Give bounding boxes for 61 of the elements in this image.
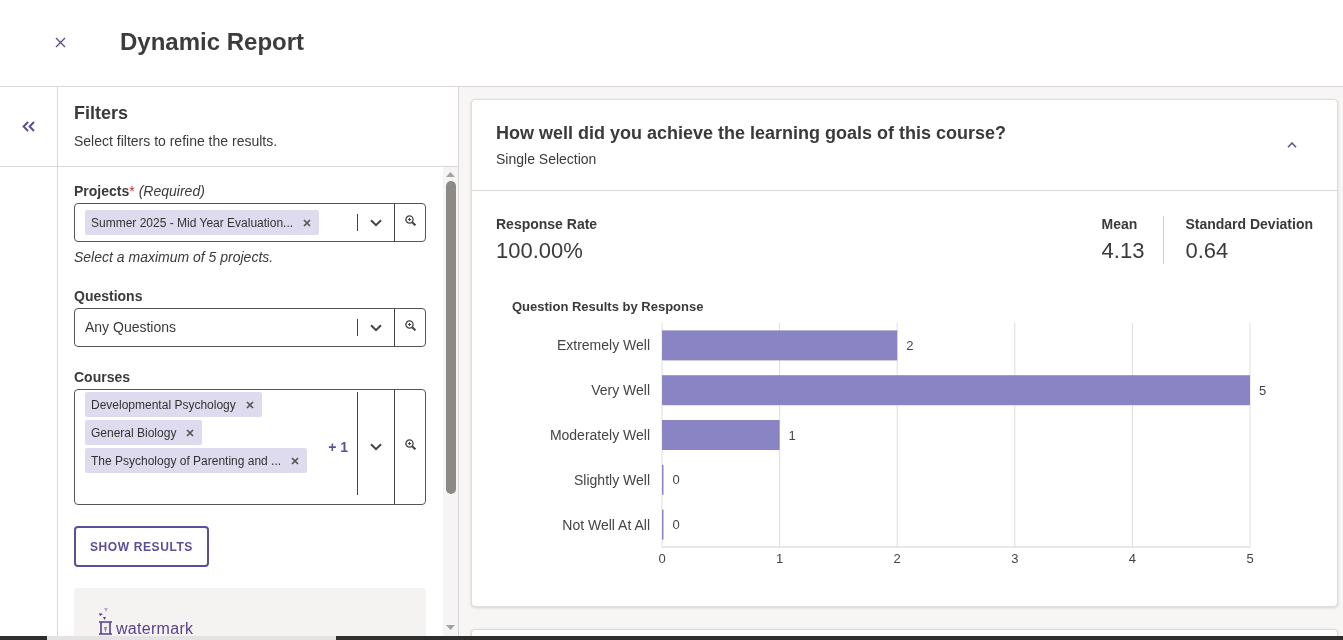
chip-label: The Psychology of Parenting and ... xyxy=(91,453,282,468)
chip-label: General Biology xyxy=(91,425,177,440)
field-label: Questions xyxy=(74,288,143,304)
category-label: Moderately Well xyxy=(549,427,650,443)
chip-label: Developmental Psychology xyxy=(91,397,236,412)
field-hint: Select a maximum of 5 projects. xyxy=(74,249,275,266)
double-chevron-left-icon xyxy=(22,121,35,132)
search-icon xyxy=(404,320,416,331)
logo-icon xyxy=(98,608,113,635)
select-value: Any Questions xyxy=(85,319,177,336)
value-label: 0 xyxy=(672,517,680,533)
value-label: 5 xyxy=(1259,382,1267,398)
select-field[interactable]: Developmental Psychology General Biology The Psychology of Parenting and ... + 1 xyxy=(74,389,426,505)
chevron-down-icon xyxy=(370,218,382,227)
select-field[interactable]: Summer 2025 - Mid Year Evaluation... xyxy=(74,203,426,242)
select-field[interactable]: Any Questions xyxy=(74,308,426,347)
stat-label: Response Rate xyxy=(496,216,599,232)
more-count: + 1 xyxy=(328,439,348,455)
field-label: Projects xyxy=(74,183,130,199)
close-button[interactable] xyxy=(55,36,66,48)
chevron-down-icon xyxy=(370,443,382,451)
remove-icon[interactable] xyxy=(186,428,195,437)
stat-value: 0.64 xyxy=(1185,238,1230,264)
stat-value: 4.13 xyxy=(1101,238,1145,264)
value-label: 0 xyxy=(672,472,680,488)
close-icon xyxy=(55,36,66,48)
show-results-button[interactable]: SHOW RESULTS xyxy=(74,526,209,567)
remove-icon[interactable] xyxy=(303,218,312,227)
chevron-down-icon xyxy=(370,323,382,332)
chart-title: Question Results by Response xyxy=(512,299,705,315)
question-type: Single Selection xyxy=(496,151,598,168)
collapse-panel-button[interactable] xyxy=(22,121,35,132)
question-title: How well did you achieve the learning goals of this course? xyxy=(496,122,1008,144)
tick-label: 2 xyxy=(893,550,901,566)
remove-icon[interactable] xyxy=(291,456,300,465)
stat-value: 100.00% xyxy=(496,238,584,264)
remove-icon[interactable] xyxy=(245,400,254,409)
chip-label: Summer 2025 - Mid Year Evaluation... xyxy=(91,215,294,230)
logo-text: watermark xyxy=(116,620,194,636)
tick-label: 4 xyxy=(1128,550,1136,566)
search-icon xyxy=(404,215,416,226)
category-label: Very Well xyxy=(591,382,650,399)
filters-title: Filters xyxy=(74,102,130,124)
category-label: Slightly Well xyxy=(574,471,650,488)
required-note: (Required) xyxy=(138,183,205,199)
stat-label: Standard Deviation xyxy=(1185,216,1313,232)
required-asterisk: * xyxy=(129,183,135,199)
category-label: Not Well At All xyxy=(562,516,650,533)
search-icon xyxy=(404,438,416,450)
scrollbar-thumb[interactable] xyxy=(445,181,456,494)
field-label: Courses xyxy=(74,369,131,385)
tick-label: 1 xyxy=(776,550,784,566)
value-label: 2 xyxy=(906,337,914,353)
tick-label: 3 xyxy=(1011,550,1019,566)
category-label: Extremely Well xyxy=(556,337,650,354)
value-label: 1 xyxy=(788,427,796,443)
stat-label: Mean xyxy=(1101,216,1139,232)
page-title: Dynamic Report xyxy=(120,28,305,56)
filters-subtitle: Select filters to refine the results. xyxy=(74,133,279,150)
tick-label: 0 xyxy=(658,550,666,566)
tick-label: 5 xyxy=(1246,550,1254,566)
